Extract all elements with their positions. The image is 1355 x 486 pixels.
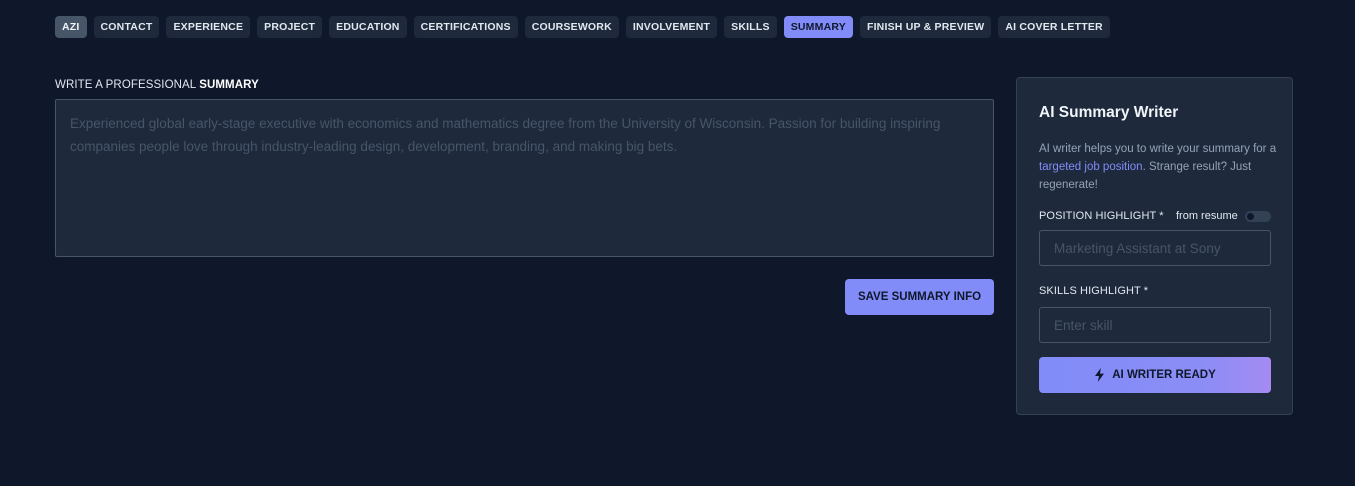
ai-writer-button-label: AI WRITER READY [1112, 369, 1216, 381]
summary-label-prefix: WRITE A PROFESSIONAL [55, 79, 196, 91]
save-summary-button[interactable]: SAVE SUMMARY INFO [845, 279, 994, 315]
tab-project[interactable]: PROJECT [257, 16, 323, 38]
tab-finish-up-preview[interactable]: FINISH UP & PREVIEW [859, 16, 992, 38]
tab-ai-cover-letter[interactable]: AI COVER LETTER [998, 16, 1110, 38]
tab-experience[interactable]: EXPERIENCE [166, 16, 251, 38]
ai-desc-before: AI writer helps you to write your summar… [1039, 143, 1277, 155]
tab-skills[interactable]: SKILLS [724, 16, 777, 38]
tab-certifications[interactable]: CERTIFICATIONS [413, 16, 518, 38]
ai-writer-button[interactable]: AI WRITER READY [1039, 357, 1271, 393]
tab-education[interactable]: EDUCATION [329, 16, 407, 38]
skills-highlight-input[interactable] [1039, 307, 1271, 343]
tab-involvement[interactable]: INVOLVEMENT [625, 16, 718, 38]
targeted-job-position-link[interactable]: targeted job position [1039, 161, 1143, 173]
skills-highlight-label: SKILLS HIGHLIGHT * [1039, 285, 1149, 297]
toggle-knob [1247, 213, 1254, 220]
position-highlight-label: POSITION HIGHLIGHT * [1039, 210, 1164, 222]
section-tabs: AZI CONTACT EXPERIENCE PROJECT EDUCATION CERT… [55, 16, 1110, 38]
bolt-icon [1095, 368, 1105, 382]
position-highlight-input[interactable] [1039, 230, 1271, 266]
summary-label-emphasis: SUMMARY [199, 79, 259, 91]
ai-summary-panel: AI Summary Writer AI writer helps you to… [1016, 77, 1293, 415]
from-resume-toggle[interactable] [1245, 211, 1271, 222]
tab-contact[interactable]: CONTACT [93, 16, 160, 38]
ai-panel-title: AI Summary Writer [1039, 104, 1179, 121]
tab-coursework[interactable]: COURSEWORK [524, 16, 619, 38]
ai-panel-description: AI writer helps you to write your summar… [1039, 140, 1279, 194]
tab-azi[interactable]: AZI [55, 16, 87, 38]
from-resume-label: from resume [1176, 210, 1238, 222]
tab-summary[interactable]: SUMMARY [783, 16, 853, 38]
summary-field-label: WRITE A PROFESSIONAL SUMMARY [55, 79, 259, 91]
summary-textarea[interactable] [55, 99, 994, 257]
